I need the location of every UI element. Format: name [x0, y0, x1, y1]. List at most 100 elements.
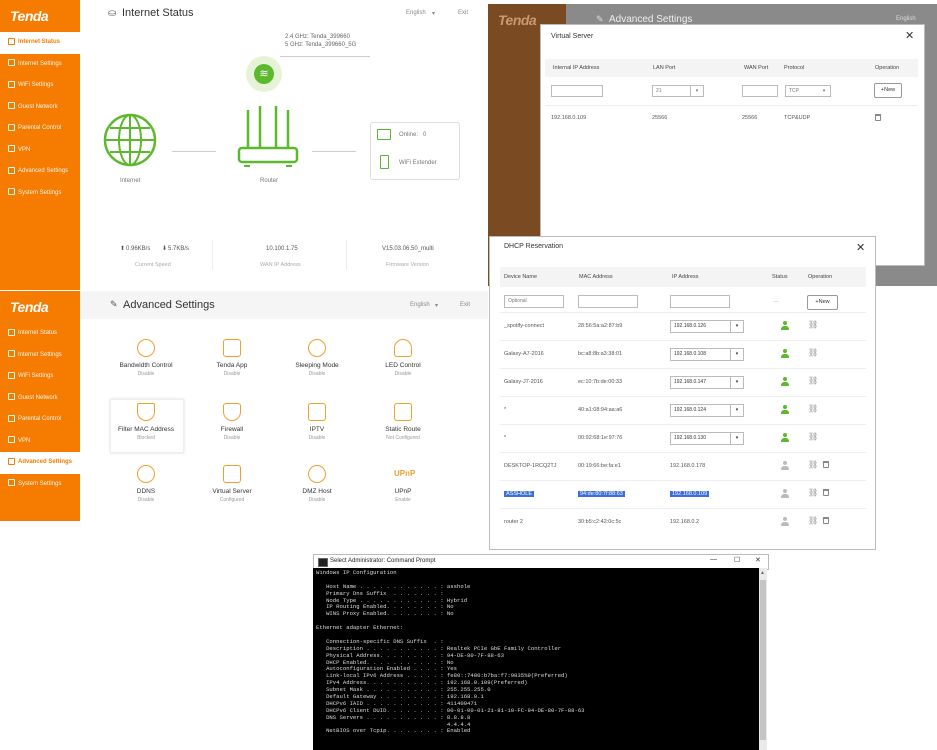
- chevron-down-icon[interactable]: ▾: [818, 86, 830, 96]
- wan-port-input[interactable]: [742, 85, 778, 97]
- close-icon[interactable]: ✕: [856, 241, 865, 254]
- language-select[interactable]: English: [410, 302, 430, 308]
- chevron-down-icon[interactable]: ▾: [730, 377, 743, 388]
- ip-address-input[interactable]: [670, 295, 730, 308]
- scroll-up-icon[interactable]: ▲: [760, 570, 765, 576]
- chevron-down-icon[interactable]: ▾: [730, 405, 743, 416]
- feature-upnp[interactable]: UPnP UPnP Enable: [363, 465, 443, 503]
- chevron-down-icon[interactable]: ▾: [730, 349, 743, 360]
- mac-address: 00:19:66:be:fa:e1: [578, 463, 621, 469]
- device-name: _spotify-connect: [504, 323, 545, 329]
- device-status-icon: [780, 321, 789, 330]
- minimize-button[interactable]: —: [710, 556, 717, 563]
- feature-tenda-app[interactable]: Tenda App Disable: [192, 339, 272, 377]
- ip-address-select[interactable]: 192.168.0.108 ▾: [670, 348, 744, 361]
- link-icon[interactable]: ⛓: [808, 460, 818, 469]
- close-button[interactable]: ✕: [755, 556, 761, 564]
- delete-icon[interactable]: [823, 517, 829, 524]
- language-chevron-icon[interactable]: ▾: [432, 10, 435, 17]
- new-rule-button[interactable]: +New: [874, 83, 902, 98]
- cmd-line: Windows IP Configuration: [316, 569, 397, 576]
- exit-link[interactable]: Exit: [460, 302, 470, 308]
- wifi-connector-line: [280, 56, 370, 57]
- scroll-thumb[interactable]: [760, 580, 766, 740]
- link-icon[interactable]: ⛓: [808, 432, 818, 441]
- ip-address-select[interactable]: 192.168.0.126 ▾: [670, 320, 744, 333]
- link-icon[interactable]: ⛓: [808, 404, 818, 413]
- feature-filter-mac[interactable]: Filter MAC Address Blocked: [106, 403, 186, 441]
- sidebar-item-wifi-settings[interactable]: WiFi Settings: [0, 75, 80, 97]
- new-reservation-button[interactable]: +New: [807, 295, 838, 310]
- device-status-icon: [780, 349, 789, 358]
- firmware-caption: Firmware Version: [386, 262, 429, 268]
- device-status-icon: [780, 461, 789, 470]
- link-icon[interactable]: ⛓: [808, 320, 818, 329]
- delete-icon[interactable]: [875, 114, 881, 121]
- feature-iptv[interactable]: IPTV Disable: [277, 403, 357, 441]
- lan-port-select[interactable]: 21 ▾: [652, 85, 704, 97]
- device-name: Galaxy-J7-2016: [504, 379, 543, 385]
- sidebar-item-system-settings[interactable]: System Settings: [0, 183, 80, 205]
- maximize-button[interactable]: ☐: [734, 556, 740, 564]
- menu-icon: [8, 145, 15, 153]
- feature-bandwidth-control[interactable]: Bandwidth Control Disable: [106, 339, 186, 377]
- ip-address-select[interactable]: 192.168.0.124 ▾: [670, 404, 744, 417]
- feature-virtual-server[interactable]: Virtual Server Configured: [192, 465, 272, 503]
- chevron-down-icon[interactable]: ▾: [730, 321, 743, 332]
- device-status-icon: [780, 517, 789, 526]
- wifi-icon[interactable]: ≋: [246, 56, 282, 92]
- link-icon[interactable]: ⛓: [808, 348, 818, 357]
- sidebar: Tenda Internet Status Internet Settings Wi…: [0, 291, 80, 521]
- sidebar-item-wifi-settings[interactable]: WiFi Settings: [0, 366, 80, 388]
- feature-dmz-host[interactable]: DMZ Host Disable: [277, 465, 357, 503]
- cmd-console[interactable]: Windows IP Configuration Host Name . . .…: [313, 568, 759, 750]
- link-icon[interactable]: ⛓: [808, 516, 818, 525]
- feature-ddns[interactable]: DDNS Disable: [106, 465, 186, 503]
- delete-icon[interactable]: [823, 461, 829, 468]
- sidebar: Tenda Internet Status Internet Settings Wi…: [0, 0, 80, 290]
- sidebar-item-parental-control[interactable]: Parental Control: [0, 118, 80, 140]
- ip-address-select[interactable]: 192.168.0.147 ▾: [670, 376, 744, 389]
- cmd-line: Ethernet adapter Ethernet:: [316, 624, 404, 632]
- sidebar-item-vpn[interactable]: VPN: [0, 431, 80, 453]
- sidebar-item-vpn[interactable]: VPN: [0, 140, 80, 162]
- feature-static-route[interactable]: Static Route Not Configured: [363, 403, 443, 441]
- sidebar-item-internet-status[interactable]: Internet Status: [0, 32, 80, 54]
- chevron-down-icon[interactable]: ▾: [730, 433, 743, 444]
- devices-box[interactable]: Online: 0 WiFi Extender: [370, 122, 460, 180]
- row-divider: [500, 424, 866, 425]
- feature-firewall[interactable]: Firewall Disable: [192, 403, 272, 441]
- link-icon[interactable]: ⛓: [808, 488, 818, 497]
- sidebar-item-advanced-settings[interactable]: Advanced Settings: [0, 161, 80, 183]
- sidebar-item-internet-settings[interactable]: Internet Settings: [0, 345, 80, 367]
- sidebar-item-advanced-settings[interactable]: Advanced Settings: [0, 452, 80, 474]
- language-chevron-icon[interactable]: ▾: [435, 302, 438, 309]
- sidebar-item-internet-settings[interactable]: Internet Settings: [0, 54, 80, 76]
- sidebar-item-parental-control[interactable]: Parental Control: [0, 409, 80, 431]
- close-icon[interactable]: ✕: [905, 29, 914, 42]
- ip-address-select[interactable]: 192.168.0.130 ▾: [670, 432, 744, 445]
- chevron-down-icon[interactable]: ▾: [690, 86, 703, 96]
- feature-led-control[interactable]: LED Control Disable: [363, 339, 443, 377]
- menu-icon: [8, 350, 15, 358]
- protocol-select[interactable]: TCP ▾: [785, 85, 831, 97]
- sidebar-item-system-settings[interactable]: System Settings: [0, 474, 80, 496]
- sidebar-item-internet-status[interactable]: Internet Status: [0, 323, 80, 345]
- vs-table-header: [545, 59, 918, 77]
- delete-icon[interactable]: [823, 489, 829, 496]
- link-icon[interactable]: ⛓: [808, 376, 818, 385]
- sidebar-item-guest-network[interactable]: Guest Network: [0, 388, 80, 410]
- mac-address-input[interactable]: [578, 295, 638, 308]
- vs-row-ip: 192.168.0.109: [551, 115, 587, 121]
- feature-sleeping-mode[interactable]: Sleeping Mode Disable: [277, 339, 357, 377]
- device-name: ASSHOLE: [504, 491, 534, 497]
- speedometer-icon: [137, 339, 155, 357]
- device-name: Galaxy-A7-2016: [504, 351, 544, 357]
- sidebar-item-guest-network[interactable]: Guest Network: [0, 97, 80, 119]
- exit-link[interactable]: Exit: [458, 10, 468, 16]
- cmd-scrollbar[interactable]: ▲: [759, 568, 767, 750]
- language-select[interactable]: English: [406, 10, 426, 16]
- status-dash: ---: [773, 299, 779, 305]
- internal-ip-input[interactable]: [551, 85, 603, 97]
- device-name-input[interactable]: Optional: [504, 295, 564, 308]
